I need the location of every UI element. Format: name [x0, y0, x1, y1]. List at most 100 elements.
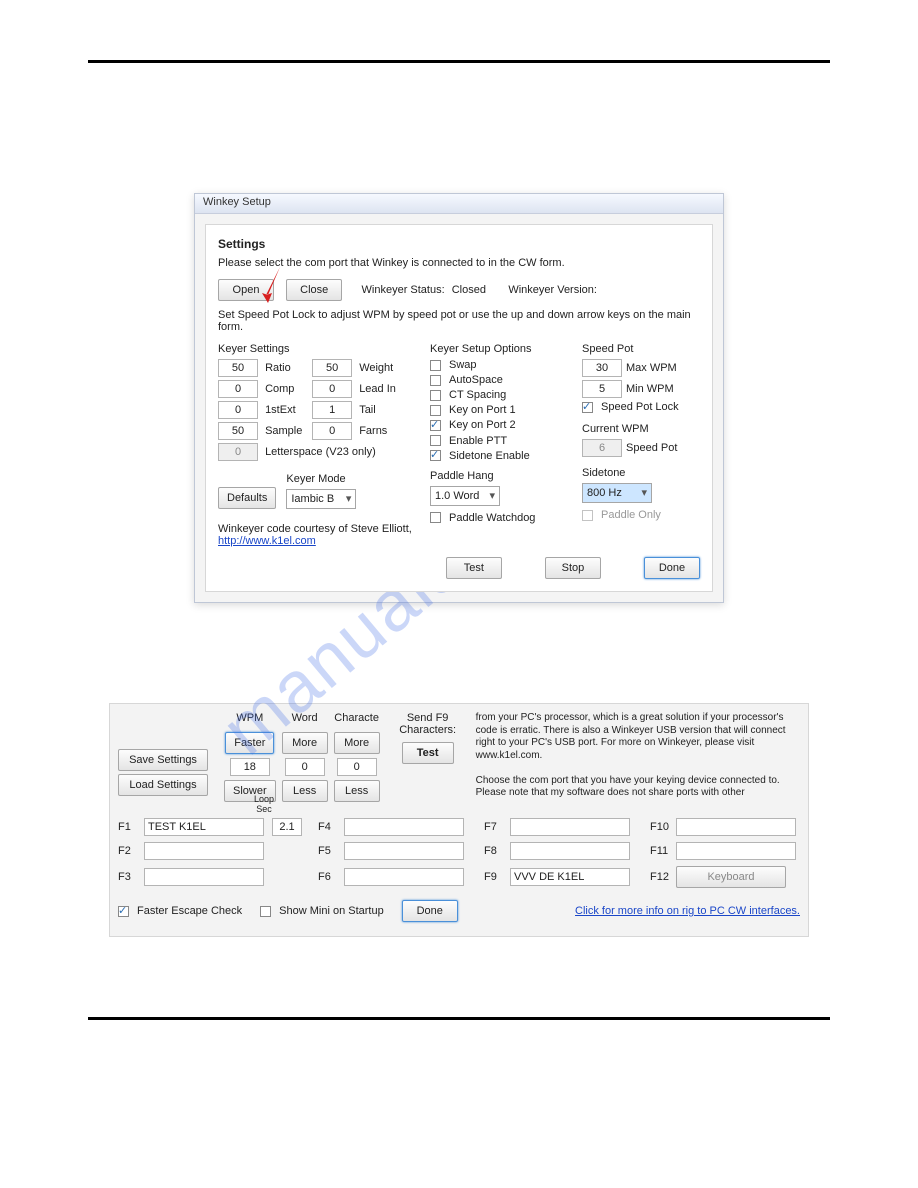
- page-divider-bottom: [88, 1017, 830, 1020]
- f5-field[interactable]: [344, 842, 464, 860]
- firstext-field[interactable]: 0: [218, 401, 258, 419]
- faster-button[interactable]: Faster: [225, 732, 274, 754]
- farns-field[interactable]: 0: [312, 422, 352, 440]
- close-button[interactable]: Close: [286, 279, 342, 301]
- comp-field[interactable]: 0: [218, 380, 258, 398]
- tail-field[interactable]: 1: [312, 401, 352, 419]
- letterspace-field: 0: [218, 443, 258, 461]
- speed-pot-lock-label: Speed Pot Lock: [601, 401, 679, 413]
- status-label: Winkeyer Status:: [362, 284, 445, 296]
- f12-label: F12: [650, 871, 672, 883]
- sidetone-enable-checkbox[interactable]: [430, 450, 441, 461]
- comp-label: Comp: [265, 383, 309, 395]
- ctspacing-checkbox[interactable]: [430, 390, 441, 401]
- keyport1-label: Key on Port 1: [449, 404, 516, 416]
- tail-label: Tail: [359, 404, 376, 416]
- swap-checkbox[interactable]: [430, 360, 441, 371]
- lower-panel: Save Settings Load Settings WPM Faster 1…: [109, 703, 809, 937]
- load-settings-button[interactable]: Load Settings: [118, 774, 208, 796]
- paddle-hang-select[interactable]: 1.0 Word: [430, 486, 500, 506]
- firstext-label: 1stExt: [265, 404, 309, 416]
- ratio-field[interactable]: 50: [218, 359, 258, 377]
- f1-field[interactable]: TEST K1EL: [144, 818, 264, 836]
- loopsec-field[interactable]: 2.1: [272, 818, 302, 836]
- ratio-label: Ratio: [265, 362, 309, 374]
- paddle-watchdog-label: Paddle Watchdog: [449, 512, 535, 524]
- max-wpm-field[interactable]: 30: [582, 359, 622, 377]
- paddle-only-checkbox: [582, 510, 593, 521]
- min-wpm-label: Min WPM: [626, 383, 674, 395]
- arrow-annotation: [258, 265, 288, 305]
- sidetone-select[interactable]: 800 Hz: [582, 483, 652, 503]
- speed-pot-lock-checkbox[interactable]: [582, 402, 593, 413]
- sidetone-title: Sidetone: [582, 467, 702, 479]
- k1el-link[interactable]: http://www.k1el.com: [218, 535, 316, 547]
- letterspace-label: Letterspace (V23 only): [265, 446, 376, 458]
- keyer-mode-title: Keyer Mode: [286, 473, 356, 485]
- leadin-label: Lead In: [359, 383, 396, 395]
- dialog-title: Winkey Setup: [195, 194, 723, 214]
- f9-field[interactable]: VVV DE K1EL: [510, 868, 630, 886]
- min-wpm-field[interactable]: 5: [582, 380, 622, 398]
- wpm-heading: WPM: [236, 712, 263, 728]
- faster-escape-checkbox[interactable]: [118, 906, 129, 917]
- word-value[interactable]: 0: [285, 758, 325, 776]
- f6-field[interactable]: [344, 868, 464, 886]
- keyer-setup-title: Keyer Setup Options: [430, 343, 570, 355]
- save-settings-button[interactable]: Save Settings: [118, 749, 208, 771]
- sample-label: Sample: [265, 425, 309, 437]
- f11-field[interactable]: [676, 842, 796, 860]
- word-heading: Word: [292, 712, 318, 728]
- keyport1-checkbox[interactable]: [430, 405, 441, 416]
- current-wpm-field: 6: [582, 439, 622, 457]
- f10-field[interactable]: [676, 818, 796, 836]
- enableptt-checkbox[interactable]: [430, 435, 441, 446]
- max-wpm-label: Max WPM: [626, 362, 677, 374]
- sidetone-enable-label: Sidetone Enable: [449, 450, 530, 462]
- paddle-hang-title: Paddle Hang: [430, 470, 570, 482]
- f7-label: F7: [484, 821, 506, 833]
- sample-field[interactable]: 50: [218, 422, 258, 440]
- char-less-button[interactable]: Less: [334, 780, 380, 802]
- speed-lock-msg: Set Speed Pot Lock to adjust WPM by spee…: [218, 309, 700, 333]
- char-value[interactable]: 0: [337, 758, 377, 776]
- word-less-button[interactable]: Less: [282, 780, 328, 802]
- f7-field[interactable]: [510, 818, 630, 836]
- version-label: Winkeyer Version:: [508, 284, 597, 296]
- test-f9-button[interactable]: Test: [402, 742, 454, 764]
- winkey-setup-dialog: Winkey Setup Settings Please select the …: [194, 193, 724, 603]
- keyport2-checkbox[interactable]: [430, 420, 441, 431]
- f2-label: F2: [118, 845, 140, 857]
- wpm-value[interactable]: 18: [230, 758, 270, 776]
- done-button[interactable]: Done: [644, 557, 700, 579]
- f3-field[interactable]: [144, 868, 264, 886]
- panel-done-button[interactable]: Done: [402, 900, 458, 922]
- weight-label: Weight: [359, 362, 393, 374]
- show-mini-label: Show Mini on Startup: [279, 905, 384, 917]
- f4-field[interactable]: [344, 818, 464, 836]
- paddle-only-label: Paddle Only: [601, 509, 661, 521]
- weight-field[interactable]: 50: [312, 359, 352, 377]
- show-mini-checkbox[interactable]: [260, 906, 271, 917]
- cw-interface-link[interactable]: Click for more info on rig to PC CW inte…: [575, 905, 800, 917]
- f8-field[interactable]: [510, 842, 630, 860]
- test-button[interactable]: Test: [446, 557, 502, 579]
- current-wpm-title: Current WPM: [582, 423, 702, 435]
- stop-button[interactable]: Stop: [545, 557, 601, 579]
- send-f9-label: Send F9 Characters:: [386, 712, 470, 736]
- leadin-field[interactable]: 0: [312, 380, 352, 398]
- autospace-checkbox[interactable]: [430, 375, 441, 386]
- f2-field[interactable]: [144, 842, 264, 860]
- paddle-watchdog-checkbox[interactable]: [430, 512, 441, 523]
- f6-label: F6: [318, 871, 340, 883]
- settings-heading: Settings: [218, 237, 700, 251]
- keyer-mode-select[interactable]: Iambic B: [286, 489, 356, 509]
- farns-label: Farns: [359, 425, 387, 437]
- defaults-button[interactable]: Defaults: [218, 487, 276, 509]
- current-wpm-label: Speed Pot: [626, 442, 677, 454]
- keyboard-button[interactable]: Keyboard: [676, 866, 786, 888]
- f11-label: F11: [650, 845, 672, 857]
- credit-text: Winkeyer code courtesy of Steve Elliott,: [218, 523, 412, 535]
- word-more-button[interactable]: More: [282, 732, 328, 754]
- char-more-button[interactable]: More: [334, 732, 380, 754]
